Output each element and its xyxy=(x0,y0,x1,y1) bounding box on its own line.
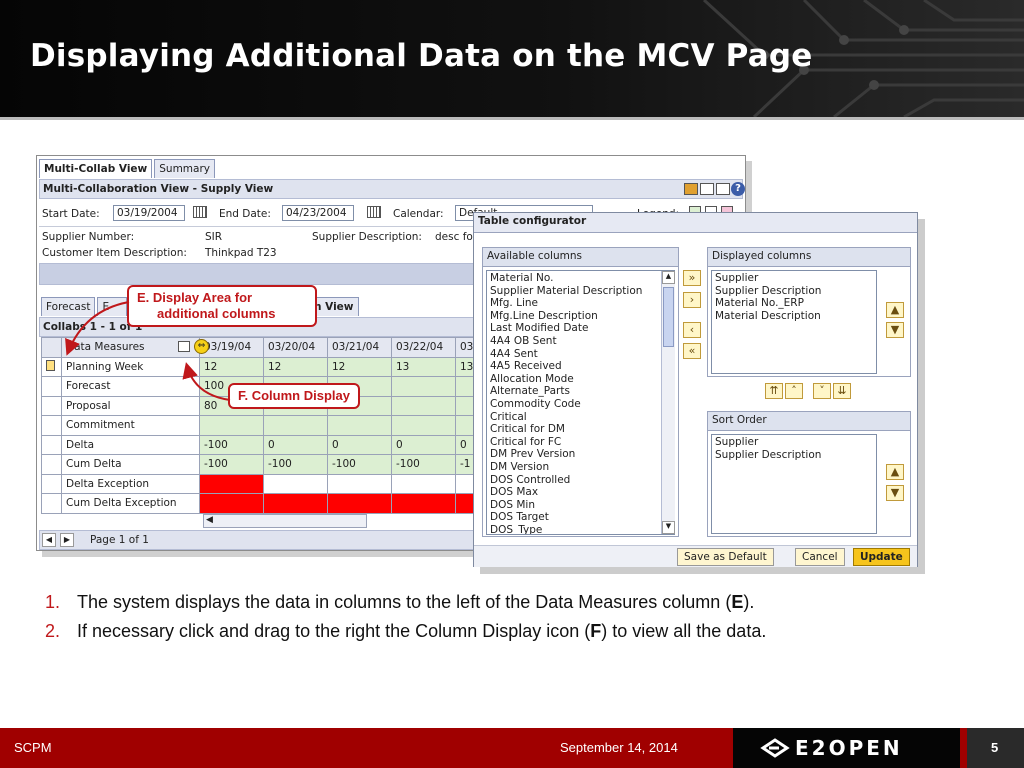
bullet-1-bold: E xyxy=(731,592,744,612)
bullet-2-number: 2. xyxy=(45,621,61,641)
page-number: 5 xyxy=(991,740,999,755)
e2open-logo-text: E2OPEN xyxy=(795,736,903,760)
footer-date: September 14, 2014 xyxy=(560,740,678,755)
bullet-1-number: 1. xyxy=(45,592,61,612)
footer-left: SCPM xyxy=(14,740,52,755)
bullet-2: 2. If necessary click and drag to the rig… xyxy=(45,621,766,642)
bullet-2-end: ) to view all the data. xyxy=(601,621,767,641)
page-number-box: 5 xyxy=(967,728,1024,768)
callout-arrows xyxy=(65,301,231,401)
bullet-1-end: ). xyxy=(743,592,755,612)
arrow-f xyxy=(182,362,231,401)
bullet-1: 1. The system displays the data in column… xyxy=(45,592,754,613)
bullet-2-bold: F xyxy=(590,621,602,641)
bullet-2-text: If necessary click and drag to the right… xyxy=(77,621,591,641)
arrow-e xyxy=(65,301,130,356)
e2open-logo: E2OPEN xyxy=(733,728,960,768)
slide: Displaying Additional Data on the MCV Pa… xyxy=(0,0,1024,768)
bullet-1-text: The system displays the data in columns … xyxy=(77,592,732,612)
